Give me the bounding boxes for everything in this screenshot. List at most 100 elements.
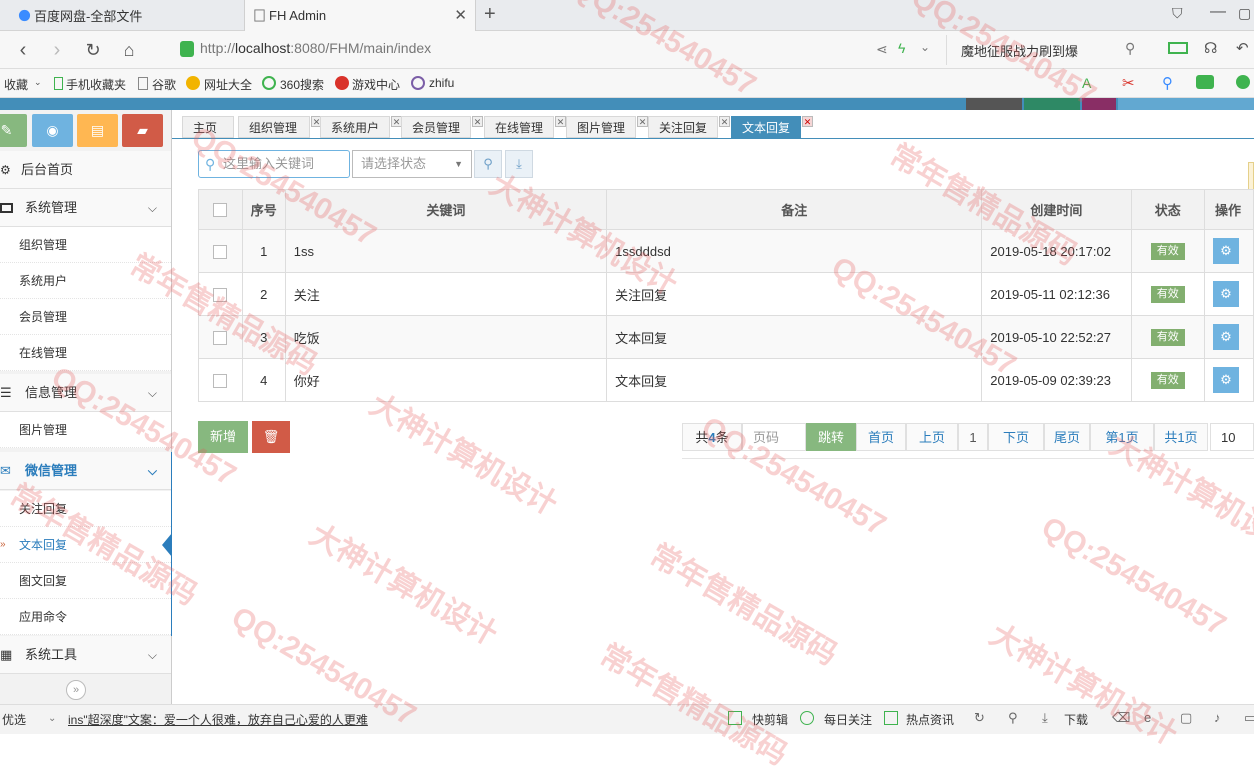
browser-tab-baidu[interactable]: 百度网盘-全部文件: [10, 0, 242, 31]
row-checkbox[interactable]: [213, 244, 228, 259]
table-row[interactable]: 2 关注 关注回复 2019-05-11 02:12:36 有效 ⚙: [198, 272, 1254, 316]
tab-org[interactable]: 组织管理 ✕: [238, 116, 322, 138]
bookmark-games[interactable]: 游戏中心: [352, 76, 400, 93]
window-icon[interactable]: ▢: [1180, 710, 1192, 726]
header-block-purple[interactable]: [1082, 98, 1116, 110]
tab-users[interactable]: 系统用户 ✕: [320, 116, 402, 138]
browser-search-box[interactable]: 魔地征服战力刷到爆 ⚲: [946, 35, 1150, 65]
next-page-button[interactable]: 下页: [988, 423, 1044, 451]
status-quick-cut[interactable]: 快剪辑: [752, 711, 788, 728]
sidebar-group-info[interactable]: ☰ 信息管理 ⌵: [0, 374, 171, 412]
bookmark-360[interactable]: 360搜索: [280, 76, 324, 93]
prev-page-button[interactable]: 上页: [906, 423, 958, 451]
shirt-icon[interactable]: ⛉: [1172, 5, 1183, 22]
table-row[interactable]: 3 吃饭 文本回复 2019-05-10 22:52:27 有效 ⚙: [198, 315, 1254, 359]
close-icon[interactable]: ✕: [454, 6, 467, 24]
status-hot-news[interactable]: 热点资讯: [906, 711, 954, 728]
row-checkbox[interactable]: [213, 287, 228, 302]
user-menu[interactable]: [1118, 98, 1254, 110]
money-icon[interactable]: [1236, 75, 1250, 89]
tab-text-reply[interactable]: 文本回复 ✕: [731, 116, 813, 138]
lightning-icon[interactable]: ϟ: [898, 40, 905, 56]
current-page[interactable]: 1: [958, 423, 988, 451]
last-page-button[interactable]: 尾页: [1044, 423, 1090, 451]
header-status[interactable]: 状态: [1130, 189, 1205, 230]
row-checkbox[interactable]: [213, 330, 228, 345]
forward-icon[interactable]: ›: [44, 37, 70, 63]
chevron-down-icon[interactable]: ⌄: [48, 713, 56, 724]
scissors-icon[interactable]: ✂: [1122, 74, 1135, 92]
collapse-sidebar-icon[interactable]: »: [66, 680, 86, 700]
chevron-down-icon[interactable]: ⌄: [920, 40, 930, 54]
table-row[interactable]: 4 你好 文本回复 2019-05-09 02:39:23 有效 ⚙: [198, 358, 1254, 402]
status-daily[interactable]: 每日关注: [824, 711, 872, 728]
header-remark[interactable]: 备注: [606, 189, 983, 230]
url-field[interactable]: http://localhost:8080/FHM/main/index: [200, 40, 431, 56]
status-select[interactable]: 请选择状态 ▼: [352, 150, 472, 178]
select-all-checkbox[interactable]: [213, 203, 228, 218]
sidebar-item-text-reply[interactable]: » 文本回复: [0, 527, 172, 563]
close-icon[interactable]: ✕: [637, 116, 648, 127]
gear-icon[interactable]: ⚙: [1212, 324, 1239, 350]
header-keyword[interactable]: 关键词: [284, 189, 608, 230]
sidebar-item-members[interactable]: 会员管理: [0, 299, 171, 335]
volume-icon[interactable]: ♪: [1214, 710, 1221, 725]
tab-follow-reply[interactable]: 关注回复 ✕: [648, 116, 730, 138]
search-icon[interactable]: ⚲: [1125, 40, 1135, 57]
battery-icon[interactable]: [1168, 42, 1188, 54]
row-checkbox[interactable]: [213, 373, 228, 388]
browser-tab-fhadmin[interactable]: FH Admin ✕: [244, 0, 476, 31]
export-button[interactable]: ⤓: [505, 150, 533, 178]
close-icon[interactable]: ✕: [472, 116, 483, 127]
status-news-link[interactable]: ins"超深度"文案：爱一个人很难，放弃自己心爱的人更难: [68, 711, 368, 728]
bookmark-mobile[interactable]: 手机收藏夹: [66, 76, 126, 93]
jump-button[interactable]: 跳转: [806, 423, 856, 451]
page-number-input[interactable]: 页码: [742, 423, 806, 451]
home-icon[interactable]: ⌂: [116, 37, 142, 63]
bookmark-favorites[interactable]: 收藏: [4, 76, 28, 93]
undo-icon[interactable]: ↶: [1236, 39, 1249, 57]
close-icon[interactable]: ✕: [719, 116, 730, 127]
book-icon[interactable]: ▤: [77, 114, 118, 147]
sidebar-item-org[interactable]: 组织管理: [0, 227, 171, 263]
bookmark-google[interactable]: 谷歌: [152, 76, 176, 93]
chevron-down-icon[interactable]: ⌄: [34, 77, 42, 88]
pencil-icon[interactable]: ✎: [0, 114, 27, 147]
tab-members[interactable]: 会员管理 ✕: [401, 116, 483, 138]
tab-online[interactable]: 在线管理 ✕: [484, 116, 566, 138]
zoom-icon[interactable]: ▭: [1244, 710, 1254, 726]
header-block-dark[interactable]: [966, 98, 1022, 110]
headphones-icon[interactable]: ☊: [1204, 39, 1217, 57]
header-block-green[interactable]: [1024, 98, 1080, 110]
bookmark-zhifu[interactable]: zhifu: [429, 76, 454, 90]
header-no[interactable]: 序号: [241, 189, 286, 230]
add-button[interactable]: 新增: [198, 421, 248, 453]
pin-icon[interactable]: ⚲: [1008, 710, 1018, 726]
first-page-button[interactable]: 首页: [856, 423, 906, 451]
tab-images[interactable]: 图片管理 ✕: [566, 116, 648, 138]
new-tab-icon[interactable]: +: [484, 3, 496, 26]
search-button[interactable]: ⚲: [474, 150, 502, 178]
refresh-icon[interactable]: ↻: [974, 710, 985, 726]
minimize-icon[interactable]: —: [1210, 3, 1226, 21]
share-icon[interactable]: ⋖: [876, 41, 888, 58]
search-input[interactable]: ⚲ 这里输入关键词: [198, 150, 350, 178]
bookmark-sites[interactable]: 网址大全: [204, 76, 252, 93]
sidebar-group-wechat[interactable]: ✉ 微信管理 ⌵: [0, 452, 171, 490]
sidebar-group-system[interactable]: 系统管理 ⌵: [0, 189, 171, 227]
magnifier-icon[interactable]: ⚲: [1162, 74, 1173, 92]
page-size-select[interactable]: 10: [1210, 423, 1254, 451]
sidebar-item-follow-reply[interactable]: 关注回复: [0, 491, 171, 527]
gear-icon[interactable]: ⚙: [1212, 281, 1239, 307]
maximize-icon[interactable]: ▢: [1238, 5, 1251, 22]
delete-icon[interactable]: ⌫: [1112, 710, 1130, 726]
folder-icon[interactable]: ▰: [122, 114, 163, 147]
sidebar-group-tools[interactable]: ▦ 系统工具 ⌵: [0, 636, 171, 674]
tab-home[interactable]: 主页: [182, 116, 234, 138]
back-icon[interactable]: ‹: [10, 37, 36, 63]
close-icon[interactable]: ✕: [555, 116, 566, 127]
sidebar-item-online[interactable]: 在线管理: [0, 335, 171, 371]
status-left[interactable]: 优选: [2, 711, 26, 728]
eye-icon[interactable]: ◉: [32, 114, 73, 147]
reload-icon[interactable]: ↻: [80, 37, 106, 63]
